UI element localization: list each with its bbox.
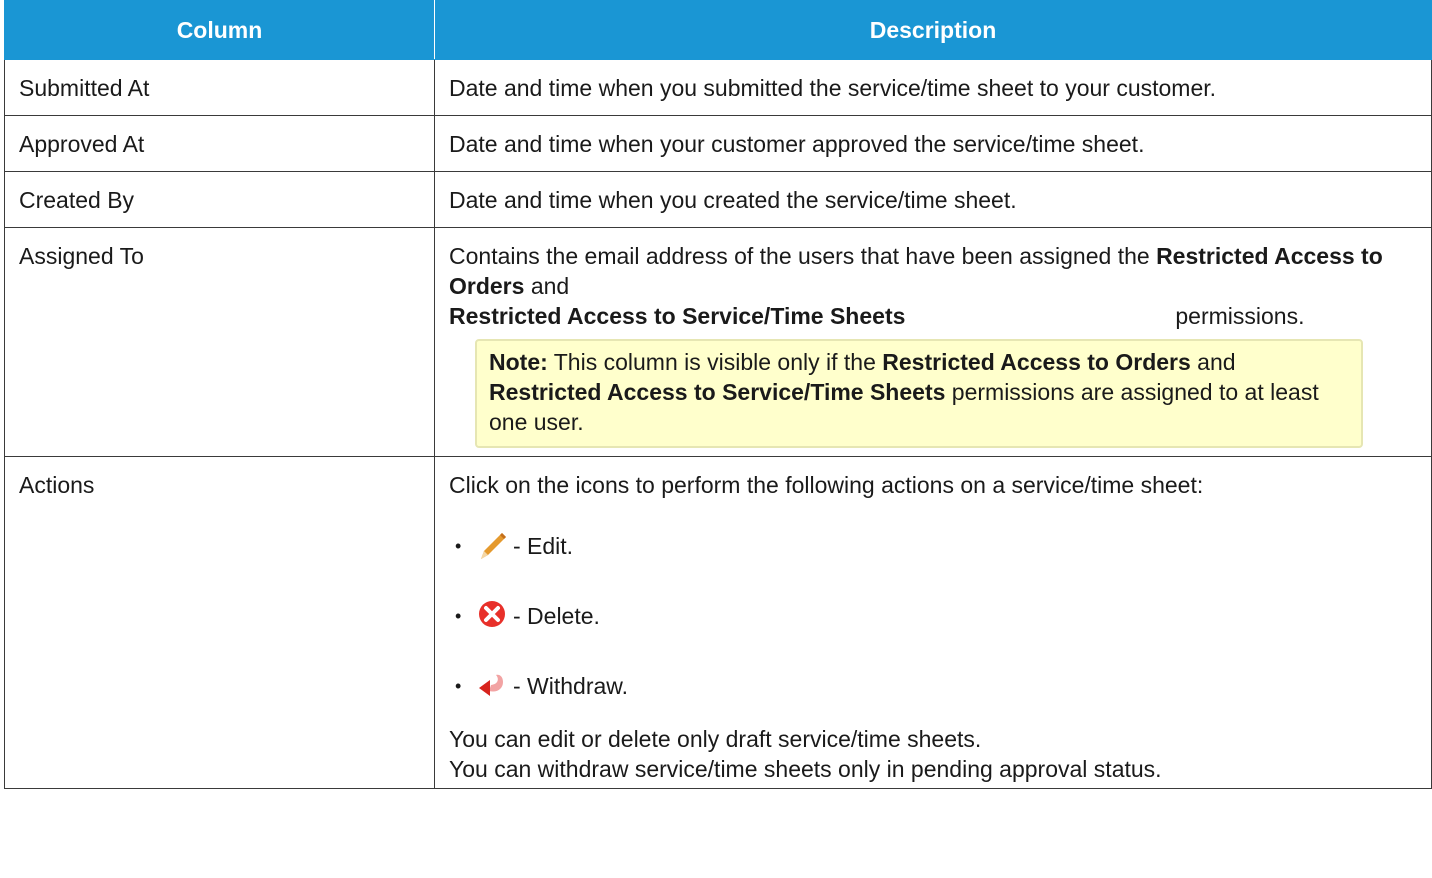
column-description: Date and time when you submitted the ser… [434, 59, 1432, 116]
table-header-row: Column Description [4, 0, 1432, 60]
column-name: Created By [4, 171, 435, 228]
header-description: Description [434, 0, 1432, 60]
assigned-to-description: Contains the email address of the users … [449, 243, 1383, 329]
note-label: Note: [489, 349, 548, 375]
table-row: Actions Click on the icons to perform th… [4, 456, 1432, 789]
delete-icon[interactable] [475, 599, 509, 633]
column-description: Date and time when you created the servi… [434, 171, 1432, 228]
permission-name: Restricted Access to Service/Time Sheets [489, 379, 946, 405]
permission-name: Restricted Access to Service/Time Sheets [449, 303, 906, 329]
table-row: Approved At Date and time when your cust… [4, 115, 1432, 172]
bullet: • [455, 676, 462, 696]
header-column: Column [4, 0, 435, 60]
column-name: Assigned To [4, 227, 435, 457]
table-row: Assigned To Contains the email address o… [4, 227, 1432, 457]
action-label: - Edit. [513, 533, 574, 559]
footer-line: You can edit or delete only draft servic… [449, 726, 982, 752]
action-label: - Withdraw. [513, 673, 629, 699]
note-box: Note: This column is visible only if the… [475, 339, 1363, 448]
actions-footer: You can edit or delete only draft servic… [449, 724, 1417, 784]
permission-name: Restricted Access to Orders [882, 349, 1191, 375]
list-item: • - Edit. [449, 526, 1417, 566]
footer-line: You can withdraw service/time sheets onl… [449, 756, 1162, 782]
list-item: • - Delete. [449, 596, 1417, 636]
column-description: Contains the email address of the users … [434, 227, 1432, 457]
column-name: Actions [4, 456, 435, 789]
bullet: • [455, 536, 462, 556]
actions-intro: Click on the icons to perform the follow… [449, 472, 1204, 498]
list-item: • - Withdraw. [449, 666, 1417, 706]
pencil-icon[interactable] [475, 529, 509, 563]
action-label: - Delete. [513, 603, 600, 629]
column-name: Approved At [4, 115, 435, 172]
actions-list: • - Edit. • - Delete. • - Withdraw. [449, 526, 1417, 706]
table-row: Submitted At Date and time when you subm… [4, 59, 1432, 116]
column-description: Date and time when your customer approve… [434, 115, 1432, 172]
bullet: • [455, 606, 462, 626]
withdraw-icon[interactable] [475, 669, 509, 703]
column-name: Submitted At [4, 59, 435, 116]
column-description: Click on the icons to perform the follow… [434, 456, 1432, 789]
columns-table: Column Description Submitted At Date and… [4, 0, 1432, 789]
table-row: Created By Date and time when you create… [4, 171, 1432, 228]
